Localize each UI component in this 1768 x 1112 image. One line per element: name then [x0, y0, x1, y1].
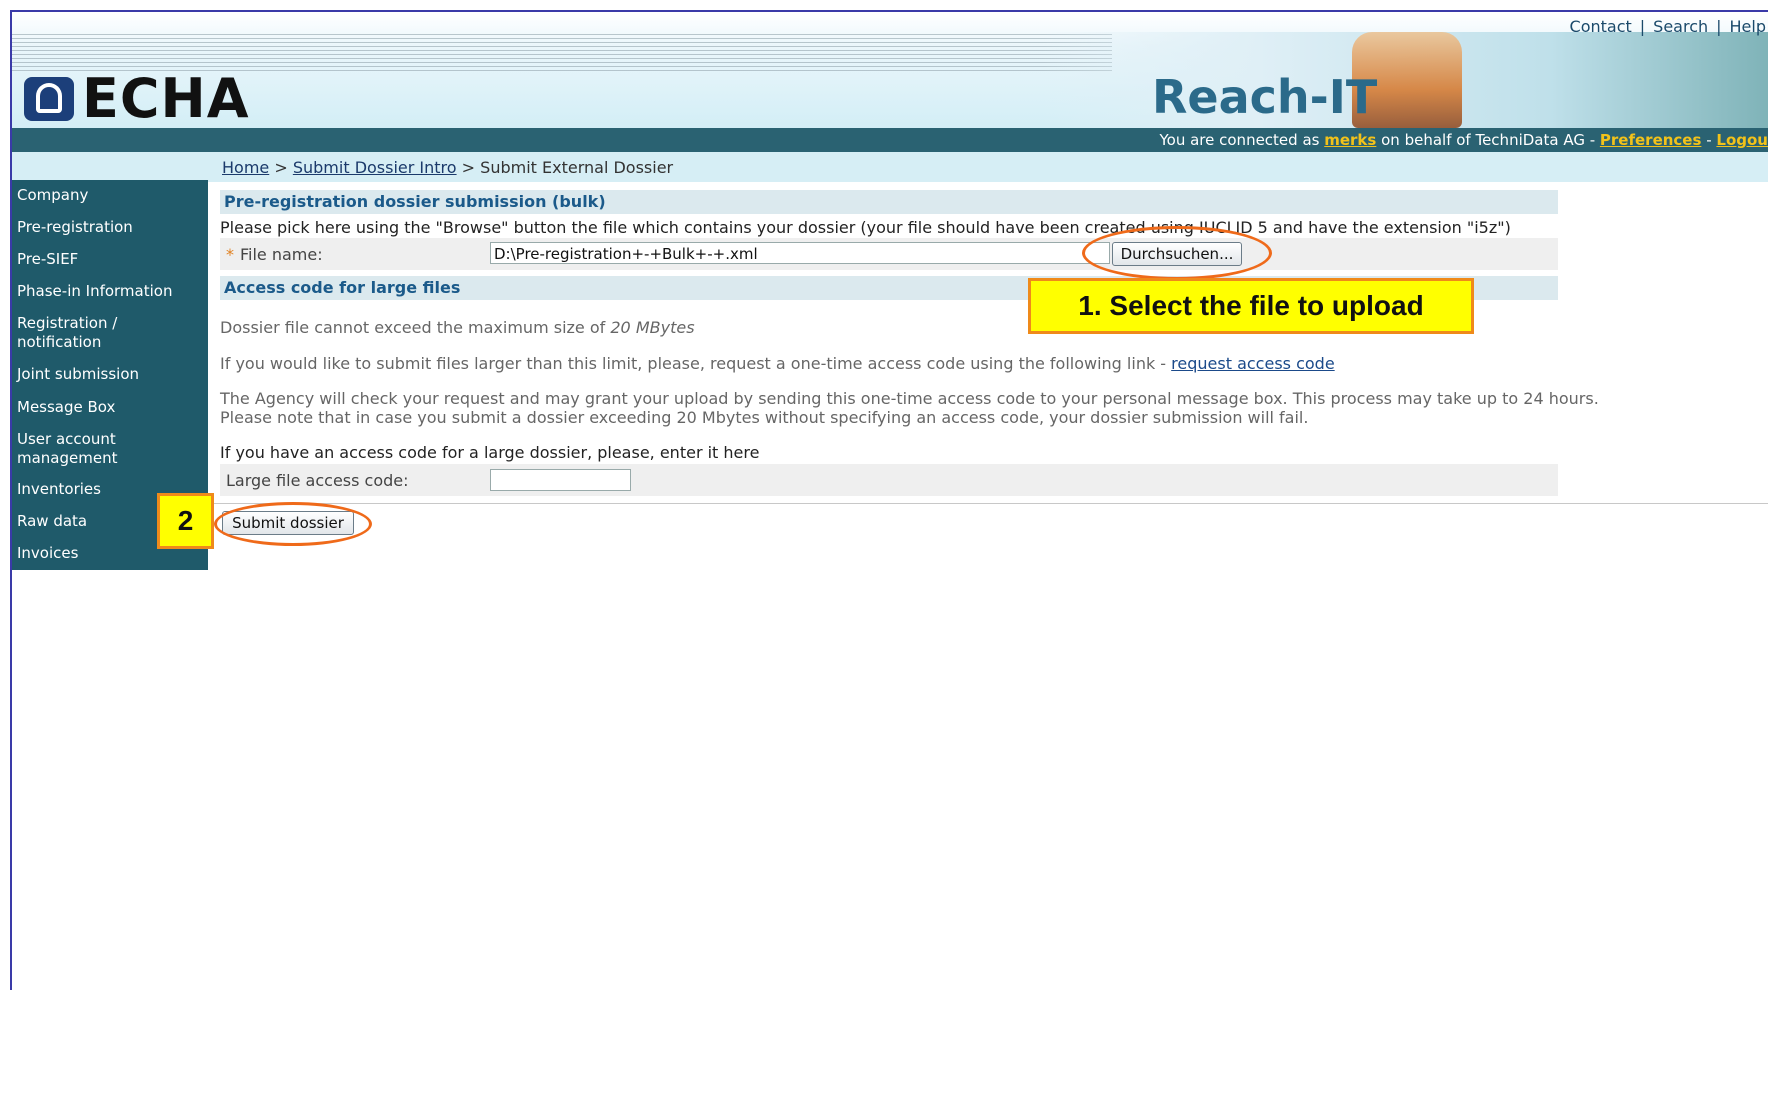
logout-link[interactable]: Logou: [1716, 131, 1768, 149]
breadcrumb-row: Home > Submit Dossier Intro > Submit Ext…: [12, 152, 1768, 182]
link-separator: |: [1639, 17, 1646, 36]
connection-prefix: You are connected as: [1159, 131, 1320, 149]
max-size-text: Dossier file cannot exceed the maximum s…: [220, 318, 695, 337]
top-links: Contact | Search | Help: [1570, 17, 1766, 36]
access-code-input[interactable]: [490, 469, 631, 491]
header-banner: Reach-IT ECHA Contact | Search | Help: [12, 12, 1768, 128]
section-title-bulk-submission: Pre-registration dossier submission (bul…: [220, 190, 1558, 214]
sidebar-item-pre-registration[interactable]: Pre-registration: [12, 218, 208, 237]
connection-company: on behalf of TechniData AG -: [1381, 131, 1596, 149]
instructions-text: Please pick here using the "Browse" butt…: [220, 218, 1511, 237]
sidebar-item-company[interactable]: Company: [12, 186, 208, 205]
file-name-row: * File name: D:\Pre-registration+-+Bulk+-…: [220, 238, 1558, 270]
larger-files-text: If you would like to submit files larger…: [220, 354, 1335, 373]
breadcrumb-separator: >: [274, 158, 288, 177]
sidebar-item-phase-in-information[interactable]: Phase-in Information: [12, 282, 208, 301]
callout-step-2: 2: [157, 493, 214, 549]
access-code-label: Large file access code:: [226, 471, 409, 490]
highlight-ellipse-browse: [1082, 226, 1272, 280]
preferences-link[interactable]: Preferences: [1600, 131, 1702, 149]
required-star-icon: *: [226, 245, 234, 264]
sidebar-item-registration-notification[interactable]: Registration / notification: [12, 314, 132, 352]
breadcrumb: Home > Submit Dossier Intro > Submit Ext…: [222, 158, 673, 177]
agency-text-line2: Please note that in case you submit a do…: [220, 408, 1309, 427]
breadcrumb-home[interactable]: Home: [222, 158, 269, 177]
help-link[interactable]: Help: [1730, 17, 1766, 36]
breadcrumb-separator: >: [461, 158, 476, 177]
connection-text: You are connected as merks on behalf of …: [1159, 131, 1768, 149]
max-size-label: Dossier file cannot exceed the maximum s…: [220, 318, 606, 337]
request-access-code-link[interactable]: request access code: [1171, 354, 1335, 373]
sidebar-item-user-account-management[interactable]: User account management: [12, 430, 132, 468]
search-link[interactable]: Search: [1653, 17, 1708, 36]
link-separator: |: [1716, 17, 1722, 36]
enter-code-text: If you have an access code for a large d…: [220, 443, 760, 462]
larger-files-label: If you would like to submit files larger…: [220, 354, 1167, 373]
file-name-label: * File name:: [226, 245, 323, 264]
breadcrumb-intro[interactable]: Submit Dossier Intro: [293, 158, 457, 177]
echa-emblem-icon: [24, 76, 74, 121]
breadcrumb-current: Submit External Dossier: [480, 158, 674, 177]
sidebar-item-joint-submission[interactable]: Joint submission: [12, 365, 208, 384]
divider: [208, 503, 1768, 504]
highlight-ellipse-submit: [214, 502, 372, 546]
connection-dash: -: [1706, 131, 1712, 149]
callout-select-file: 1. Select the file to upload: [1028, 278, 1474, 334]
logo-text: ECHA: [82, 67, 250, 128]
file-name-input[interactable]: D:\Pre-registration+-+Bulk+-+.xml: [490, 242, 1110, 264]
connection-bar: You are connected as merks on behalf of …: [12, 128, 1768, 152]
sidebar-item-pre-sief[interactable]: Pre-SIEF: [12, 250, 208, 269]
agency-text-line1: The Agency will check your request and m…: [220, 389, 1599, 408]
access-code-row: Large file access code:: [220, 464, 1558, 496]
user-link[interactable]: merks: [1324, 131, 1376, 149]
file-name-label-text: File name:: [240, 245, 323, 264]
max-size-value: 20 MBytes: [610, 318, 695, 337]
sidebar-item-message-box[interactable]: Message Box: [12, 398, 208, 417]
contact-link[interactable]: Contact: [1570, 17, 1632, 36]
echa-logo[interactable]: ECHA: [24, 67, 250, 128]
app-title: Reach-IT: [1152, 70, 1378, 124]
